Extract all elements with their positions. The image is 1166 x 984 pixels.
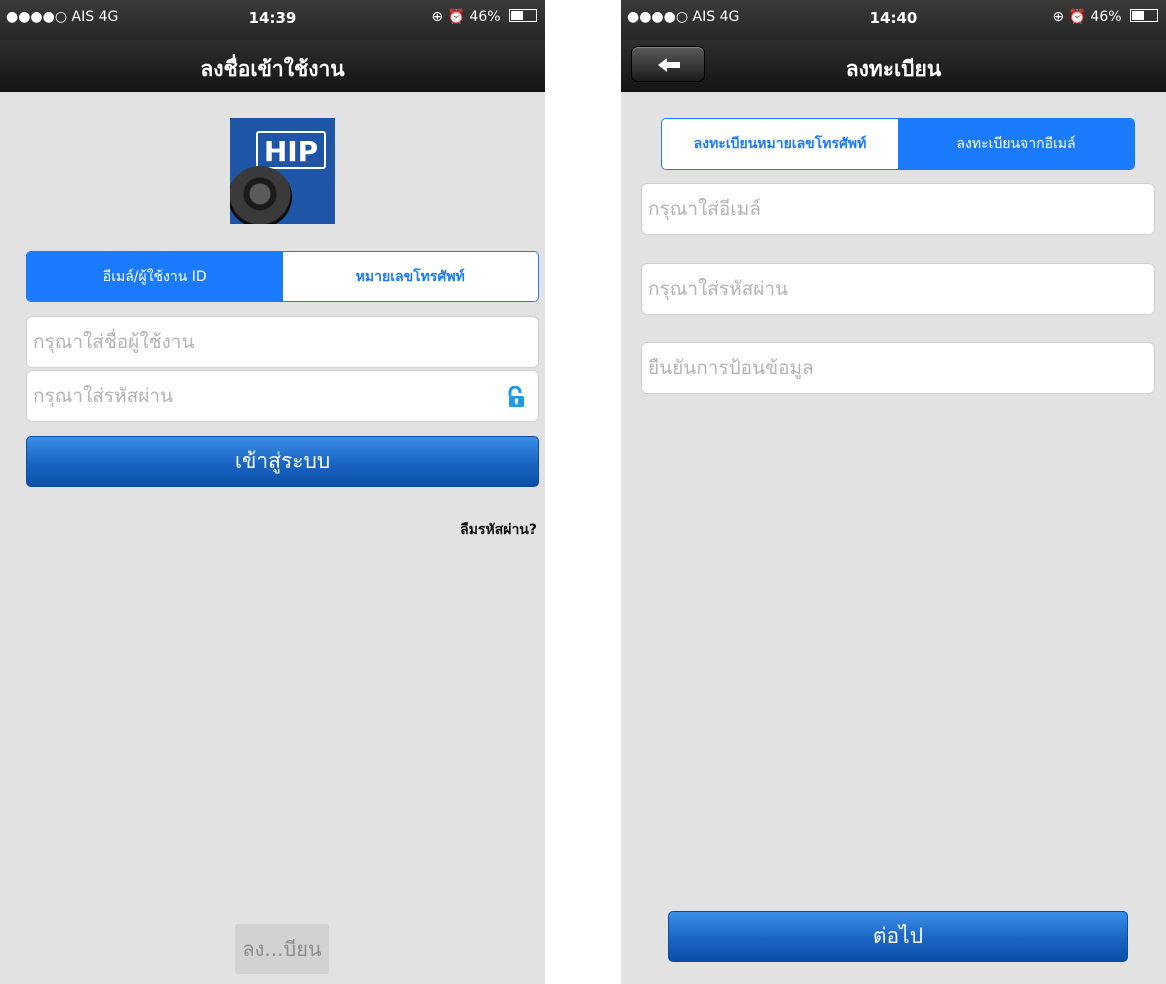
status-indicators: ⊕ ⏰ 46% bbox=[1052, 9, 1158, 25]
nav-bar: ลงชื่อเข้าใช้งาน bbox=[0, 40, 545, 92]
register-screen: ●●●●○ AIS 4G 14:40 ⊕ ⏰ 46% ลงทะเบียน ลงท… bbox=[621, 0, 1166, 984]
password-placeholder: กรุณาใส่รหัสผ่าน bbox=[33, 385, 173, 407]
battery-icon bbox=[509, 9, 537, 22]
register-button[interactable]: ลง...บียน bbox=[235, 924, 329, 974]
login-method-tabs: อีเมล์/ผู้ใช้งาน ID หมายเลขโทรศัพท์ bbox=[26, 251, 539, 302]
password-input[interactable]: กรุณาใส่รหัสผ่าน bbox=[26, 370, 539, 422]
password-input[interactable]: กรุณาใส่รหัสผ่าน bbox=[641, 263, 1155, 315]
next-button[interactable]: ต่อไป bbox=[668, 911, 1128, 962]
page-title: ลงทะเบียน bbox=[845, 57, 942, 81]
confirm-input[interactable]: ยืนยันการป้อนข้อมูล bbox=[641, 342, 1155, 394]
lock-open-icon[interactable] bbox=[506, 385, 526, 413]
logo-text: HIP bbox=[256, 131, 326, 169]
login-screen: ●●●●○ AIS 4G 14:39 ⊕ ⏰ 46% ลงชื่อเข้าใช้… bbox=[0, 0, 545, 984]
confirm-placeholder: ยืนยันการป้อนข้อมูล bbox=[648, 357, 814, 379]
status-battery-text: ⊕ ⏰ 46% bbox=[431, 9, 501, 25]
nav-bar: ลงทะเบียน bbox=[621, 40, 1166, 92]
username-placeholder: กรุณาใส่ชื่อผู้ใช้งาน bbox=[33, 331, 195, 353]
tab-email-user-id[interactable]: อีเมล์/ผู้ใช้งาน ID bbox=[27, 252, 283, 301]
username-input[interactable]: กรุณาใส่ชื่อผู้ใช้งาน bbox=[26, 316, 539, 368]
email-placeholder: กรุณาใส่อีเมล์ bbox=[648, 198, 761, 220]
status-bar: ●●●●○ AIS 4G 14:39 ⊕ ⏰ 46% bbox=[0, 0, 545, 40]
email-input[interactable]: กรุณาใส่อีเมล์ bbox=[641, 183, 1155, 235]
page-title: ลงชื่อเข้าใช้งาน bbox=[200, 57, 345, 81]
register-method-tabs: ลงทะเบียนหมายเลขโทรศัพท์ ลงทะเบียนจากอีเ… bbox=[661, 118, 1135, 170]
tab-register-email[interactable]: ลงทะเบียนจากอีเมล์ bbox=[898, 119, 1134, 169]
camera-lens-icon bbox=[230, 166, 292, 224]
password-placeholder: กรุณาใส่รหัสผ่าน bbox=[648, 278, 788, 300]
battery-icon bbox=[1130, 9, 1158, 22]
app-logo: HIP bbox=[230, 118, 335, 224]
tab-register-phone[interactable]: ลงทะเบียนหมายเลขโทรศัพท์ bbox=[662, 119, 898, 169]
status-indicators: ⊕ ⏰ 46% bbox=[431, 9, 537, 25]
forgot-password-link[interactable]: ลืมรหัสผ่าน? bbox=[460, 519, 537, 541]
login-button[interactable]: เข้าสู่ระบบ bbox=[26, 436, 539, 487]
status-battery-text: ⊕ ⏰ 46% bbox=[1052, 9, 1122, 25]
status-bar: ●●●●○ AIS 4G 14:40 ⊕ ⏰ 46% bbox=[621, 0, 1166, 40]
tab-phone-number[interactable]: หมายเลขโทรศัพท์ bbox=[282, 252, 538, 301]
